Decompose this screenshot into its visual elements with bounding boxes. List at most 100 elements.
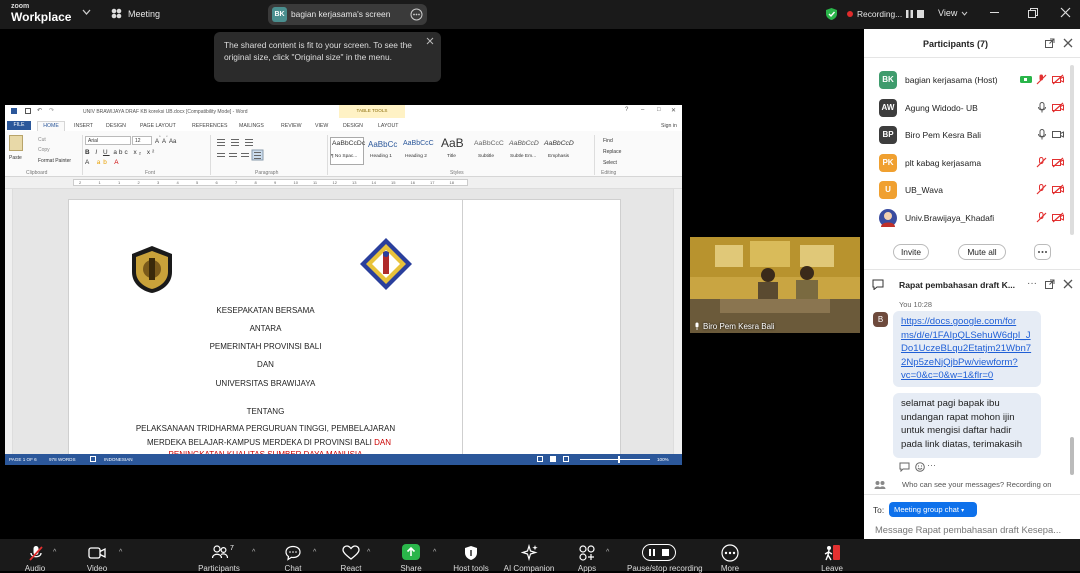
recording-status[interactable]: Recording...: [857, 9, 902, 19]
meeting-label[interactable]: Meeting: [128, 9, 160, 19]
participant-row[interactable]: Univ.Brawijaya_Khadafi: [864, 205, 1080, 231]
select-button[interactable]: Select: [603, 160, 617, 166]
style-name-subtle-emphasis[interactable]: Subtle Em...: [510, 154, 536, 159]
cut-button[interactable]: Cut: [38, 137, 46, 143]
tab-home[interactable]: HOME: [37, 121, 65, 131]
style-name-heading2[interactable]: Heading 2: [405, 154, 427, 159]
language-indicator[interactable]: INDONESIAN: [104, 457, 133, 462]
style-name-heading1[interactable]: Heading 1: [370, 154, 392, 159]
video-on-icon[interactable]: [1020, 75, 1032, 84]
recipient-dropdown[interactable]: Meeting group chat ▾: [889, 502, 977, 517]
chat-visibility-notice[interactable]: Who can see your messages? Recording on: [902, 480, 1051, 489]
horizontal-ruler[interactable]: 2 1 1 2 3 4 5 6 7 8 9 10 11 12 13 14 15 16 17 18: [5, 177, 682, 189]
react-caret-icon[interactable]: ^: [367, 549, 370, 556]
mic-on-icon[interactable]: [1037, 102, 1047, 113]
video-on-icon[interactable]: [1052, 129, 1064, 140]
maximize-icon[interactable]: [1028, 8, 1038, 18]
font-name-select[interactable]: Arial: [85, 136, 131, 145]
video-off-icon[interactable]: [1052, 157, 1064, 168]
redo-icon[interactable]: ↷: [49, 107, 54, 114]
participant-row[interactable]: PK plt kabag kerjasama: [864, 150, 1080, 176]
tab-table-design[interactable]: DESIGN: [343, 123, 363, 129]
word-minimize-icon[interactable]: –: [641, 107, 644, 113]
reply-icon[interactable]: [899, 462, 910, 472]
invite-button[interactable]: Invite: [893, 244, 929, 260]
participant-row[interactable]: U UB_Wava: [864, 177, 1080, 203]
video-off-icon[interactable]: [1052, 212, 1064, 223]
tab-references[interactable]: REFERENCES: [192, 123, 227, 129]
document-area[interactable]: KESEPAKATAN BERSAMA ANTARA PEMERINTAH PR…: [5, 189, 682, 465]
proofing-icon[interactable]: [90, 456, 96, 462]
copy-button[interactable]: Copy: [38, 147, 50, 153]
chat-message-input[interactable]: Message Rapat pembahasan draft Kesepa...: [875, 524, 1061, 535]
word-restore-icon[interactable]: □: [657, 107, 661, 113]
style-name-emphasis[interactable]: Emphasis: [548, 154, 569, 159]
minimize-icon[interactable]: [990, 12, 999, 14]
tab-design[interactable]: DESIGN: [106, 123, 126, 129]
undo-icon[interactable]: ↶: [37, 107, 42, 114]
chat-popout-icon[interactable]: [1045, 279, 1055, 289]
close-panel-icon[interactable]: [1063, 38, 1073, 48]
tab-insert[interactable]: INSERT: [74, 123, 93, 129]
zoom-slider-thumb[interactable]: [618, 456, 620, 463]
font-color-icons[interactable]: A ab A: [85, 159, 122, 166]
add-reaction-icon[interactable]: [915, 462, 925, 472]
word-close-icon[interactable]: ✕: [671, 107, 676, 114]
mic-muted-icon[interactable]: [1036, 74, 1047, 85]
message-more-icon[interactable]: ···: [927, 460, 936, 470]
participant-video-tile[interactable]: Biro Pem Kesra Bali: [690, 237, 860, 333]
more-participant-options-icon[interactable]: [1034, 244, 1051, 260]
print-layout-icon[interactable]: [550, 456, 556, 462]
more-options-icon[interactable]: [410, 8, 423, 21]
tab-view[interactable]: VIEW: [315, 123, 328, 129]
styles-gallery[interactable]: AaBbCcDc ¶ No Spac... AaBbCc Heading 1 A…: [330, 136, 578, 165]
zoom-slider[interactable]: [580, 459, 650, 460]
mic-on-icon[interactable]: [1037, 129, 1047, 140]
mic-muted-icon[interactable]: [1036, 212, 1047, 223]
tab-page-layout[interactable]: PAGE LAYOUT: [140, 123, 176, 129]
pause-recording-icon[interactable]: [905, 9, 914, 19]
font-format-icons[interactable]: B I U abc x₂ x²: [85, 149, 156, 156]
security-shield-icon[interactable]: [825, 7, 838, 21]
page-count[interactable]: PAGE 1 OF 6: [9, 457, 37, 462]
video-off-icon[interactable]: [1052, 184, 1064, 195]
video-caret-icon[interactable]: ^: [119, 549, 122, 556]
find-button[interactable]: Find: [603, 138, 613, 144]
style-name-title[interactable]: Title: [447, 154, 456, 159]
tab-table-layout[interactable]: LAYOUT: [378, 123, 398, 129]
web-layout-icon[interactable]: [563, 456, 569, 462]
participant-row[interactable]: BP Biro Pem Kesra Bali: [864, 122, 1080, 148]
style-name-no-spacing[interactable]: ¶ No Spac...: [331, 154, 357, 159]
document-page[interactable]: KESEPAKATAN BERSAMA ANTARA PEMERINTAH PR…: [68, 199, 621, 465]
meeting-info-icon[interactable]: [110, 7, 123, 20]
apps-caret-icon[interactable]: ^: [606, 549, 609, 556]
chat-close-icon[interactable]: [1063, 279, 1073, 289]
save-icon[interactable]: [25, 108, 31, 114]
chat-more-icon[interactable]: ···: [1027, 278, 1037, 289]
video-off-icon[interactable]: [1052, 102, 1064, 113]
video-off-icon[interactable]: [1052, 74, 1064, 85]
chat-scrollbar[interactable]: [1070, 437, 1074, 475]
font-size-select[interactable]: 12: [132, 136, 152, 145]
chat-caret-icon[interactable]: ^: [313, 549, 316, 556]
tab-mailings[interactable]: MAILINGS: [239, 123, 264, 129]
share-caret-icon[interactable]: ^: [433, 549, 436, 556]
participants-caret-icon[interactable]: ^: [252, 549, 255, 556]
view-chevron-icon[interactable]: [961, 11, 968, 16]
paste-icon[interactable]: [9, 135, 23, 151]
chat-link[interactable]: https://docs.google.com/for ms/d/e/1FAIp…: [901, 315, 1033, 383]
format-painter-button[interactable]: Format Painter: [38, 158, 71, 164]
stop-recording-icon[interactable]: [916, 9, 925, 19]
participant-row[interactable]: AW Agung Widodo- UB: [864, 95, 1080, 121]
popout-icon[interactable]: [1045, 38, 1055, 48]
grow-font-icon[interactable]: Aˆ Aˇ Aa: [155, 136, 176, 145]
mic-muted-icon[interactable]: [1036, 157, 1047, 168]
participant-row[interactable]: BK bagian kerjasama (Host): [864, 67, 1080, 93]
read-mode-icon[interactable]: [537, 456, 543, 462]
paste-label[interactable]: Paste: [9, 155, 22, 161]
chevron-down-icon[interactable]: [82, 9, 91, 16]
mic-muted-icon[interactable]: [1036, 184, 1047, 195]
vertical-scrollbar[interactable]: [673, 189, 682, 454]
tooltip-close-icon[interactable]: [426, 37, 434, 45]
replace-button[interactable]: Replace: [603, 149, 621, 155]
